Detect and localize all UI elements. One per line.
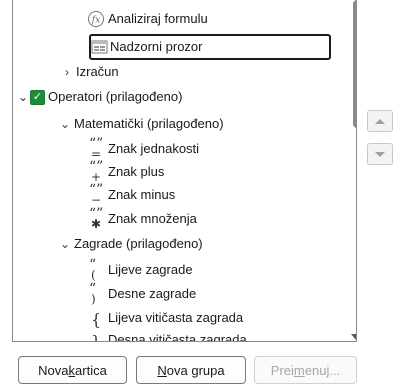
- tree-item-label: Lijeva vitičasta zagrada: [108, 310, 244, 325]
- rename-button: Prei m enuj...: [254, 356, 357, 384]
- scrollbar-thumb[interactable]: [353, 0, 356, 128]
- checkbox-icon[interactable]: ✓: [30, 89, 45, 105]
- tree-item-label: Znak množenja: [108, 211, 197, 226]
- tree-item-watch-window[interactable]: Nadzorni prozor: [89, 34, 331, 60]
- tree-item-label: Izračun: [76, 64, 119, 79]
- tree-item-label: Desne zagrade: [108, 286, 197, 301]
- tree-item-operators[interactable]: ⌄ ✓ Operatori (prilagođeno): [17, 86, 182, 108]
- triangle-down-icon: [375, 151, 385, 157]
- tree-item-right-parentheses[interactable]: “) Desne zagrade: [87, 281, 197, 306]
- scroll-down-arrow-icon[interactable]: [351, 334, 356, 340]
- watch-window-icon: [91, 38, 109, 56]
- tree-item-label: Lijeve zagrade: [108, 262, 193, 277]
- triangle-up-icon: [375, 118, 385, 124]
- move-down-button[interactable]: [367, 143, 393, 165]
- tree-item-label: Znak minus: [108, 187, 176, 202]
- chevron-down-icon[interactable]: ⌄: [59, 233, 71, 255]
- ribbon-tree-view[interactable]: fx Analiziraj formulu Nadzorni prozor › …: [12, 0, 357, 342]
- right-brace-icon: }: [91, 332, 102, 342]
- vertical-scrollbar[interactable]: [347, 0, 356, 341]
- minus-sign-icon: “” −: [89, 182, 104, 207]
- move-up-button[interactable]: [367, 110, 393, 132]
- tree-item-equals-sign[interactable]: “” = Znak jednakosti: [87, 136, 200, 161]
- tree-item-parentheses[interactable]: ⌄ Zagrade (prilagođeno): [59, 233, 203, 255]
- left-brace-icon: {: [91, 310, 102, 329]
- tree-item-evaluate-formula[interactable]: fx Analiziraj formulu: [87, 8, 208, 30]
- tree-item-left-brace[interactable]: { Lijeva vitičasta zagrada: [87, 307, 243, 329]
- tree-item-label: Operatori (prilagođeno): [48, 89, 183, 104]
- tree-item-calculation[interactable]: › Izračun: [61, 61, 119, 83]
- tree-item-right-brace[interactable]: } Desna vitičasta zagrada: [87, 329, 247, 342]
- new-tab-button[interactable]: Nova k artica: [18, 356, 127, 384]
- chevron-right-icon[interactable]: ›: [61, 61, 73, 83]
- multiply-sign-icon: “” ✱: [89, 206, 104, 231]
- chevron-down-icon[interactable]: ⌄: [17, 86, 29, 108]
- tree-item-label: Desna vitičasta zagrada: [108, 332, 247, 342]
- tree-item-label: Nadzorni prozor: [110, 39, 203, 54]
- tree-item-label: Matematički (prilagođeno): [74, 116, 224, 131]
- tree-item-left-parentheses[interactable]: “( Lijeve zagrade: [87, 257, 193, 282]
- tree-item-multiply-sign[interactable]: “” ✱ Znak množenja: [87, 206, 197, 231]
- svg-text:fx: fx: [91, 16, 100, 26]
- left-paren-icon: “(: [89, 257, 97, 282]
- new-group-button[interactable]: Nova grupa: [136, 356, 246, 384]
- tree-item-label: Znak jednakosti: [108, 141, 200, 156]
- tree-item-label: Analiziraj formulu: [108, 11, 208, 26]
- right-paren-icon: “): [89, 281, 97, 306]
- tree-item-label: Znak plus: [108, 164, 165, 179]
- tree-item-label: Zagrade (prilagođeno): [74, 236, 203, 251]
- fx-icon: fx: [87, 10, 105, 28]
- tree-item-math[interactable]: ⌄ Matematički (prilagođeno): [59, 113, 224, 135]
- chevron-down-icon[interactable]: ⌄: [59, 113, 71, 135]
